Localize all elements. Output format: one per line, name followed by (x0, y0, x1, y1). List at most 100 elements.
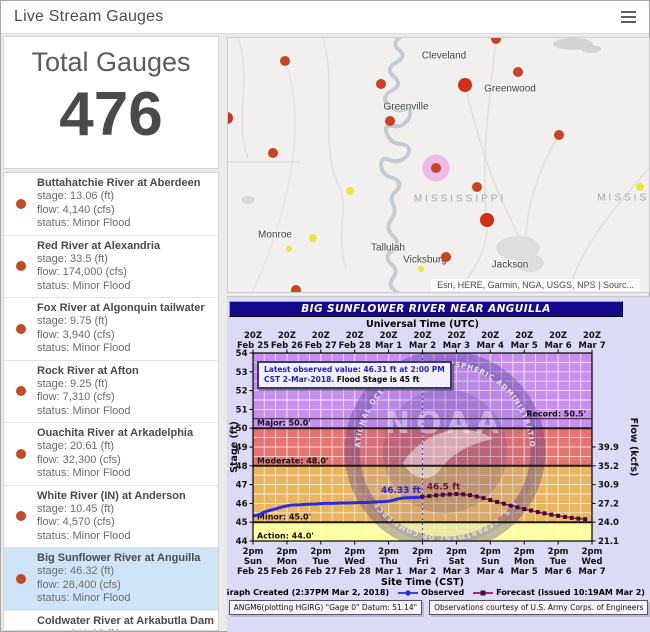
svg-text:2pm: 2pm (548, 547, 569, 557)
svg-text:53: 53 (236, 368, 248, 378)
map-gauge-marker[interactable] (431, 163, 441, 173)
gauge-list-item[interactable]: Ouachita River at Arkadelphiastage: 20.6… (4, 423, 218, 486)
svg-text:2pm: 2pm (514, 547, 535, 557)
legend-observed: Observed (398, 588, 464, 597)
gauge-flow: flow: 4,140 (cfs) (37, 204, 214, 218)
svg-text:21.1: 21.1 (598, 537, 619, 547)
legend-forecast: Forecast (issued 10:19AM Mar 2) (473, 588, 645, 597)
gauge-stage: stage: 10.45 (ft) (37, 503, 214, 517)
map-gauge-marker[interactable] (291, 285, 301, 293)
svg-text:Wed: Wed (344, 557, 365, 567)
map-panel[interactable]: ClevelandGreenwoodGreenvilleMonroeTallul… (227, 37, 650, 293)
svg-text:Wed: Wed (582, 557, 603, 567)
svg-text:20Z: 20Z (583, 331, 601, 341)
gauge-status: status: Minor Flood (37, 592, 214, 606)
svg-text:Feb 25: Feb 25 (237, 567, 269, 577)
gauge-stage: stage: 9.75 (ft) (37, 315, 214, 329)
map-gauge-marker[interactable] (441, 252, 451, 262)
status-dot-icon (4, 261, 37, 271)
gauge-stage: stage: 46.32 (ft) (37, 565, 214, 579)
gauge-list-item[interactable]: White River (IN) at Andersonstage: 10.45… (4, 486, 218, 549)
svg-text:46.5 ft: 46.5 ft (427, 482, 461, 492)
total-gauges-value: 476 (4, 82, 218, 148)
svg-text:Tue: Tue (312, 557, 329, 567)
svg-text:2pm: 2pm (378, 547, 399, 557)
map-gauge-marker[interactable] (513, 67, 523, 77)
svg-text:24.0: 24.0 (598, 518, 619, 528)
status-dot-icon (4, 386, 37, 396)
status-dot-icon (4, 324, 37, 334)
svg-text:Mar 3: Mar 3 (443, 567, 470, 577)
map-attribution: Esri, HERE, Garmin, NGA, USGS, NPS | Sou… (431, 279, 640, 291)
svg-text:2pm: 2pm (412, 547, 433, 557)
map-city-label: Cleveland (422, 51, 466, 62)
map-gauge-marker[interactable] (472, 182, 482, 192)
svg-text:52: 52 (236, 387, 248, 397)
app-header: Live Stream Gauges (1, 1, 649, 34)
svg-text:Mar 5: Mar 5 (511, 567, 538, 577)
map-gauge-marker[interactable] (418, 266, 424, 272)
svg-text:Action: 44.0': Action: 44.0' (257, 532, 314, 541)
gauge-list-item[interactable]: Fox River at Algonquin tailwaterstage: 9… (4, 298, 218, 361)
gauge-name: Coldwater River at Arkabutla Dam (37, 615, 214, 628)
gauge-status: status: Minor Flood (37, 342, 214, 356)
svg-text:Mar 6: Mar 6 (544, 567, 571, 577)
gauge-stage: stage: 13.06 (ft) (37, 190, 214, 204)
gauge-flow: flow: 3,940 (cfs) (37, 329, 214, 343)
svg-text:46.33 ft: 46.33 ft (381, 486, 422, 496)
map-gauge-marker[interactable] (636, 183, 644, 191)
map-gauge-marker[interactable] (554, 130, 564, 140)
svg-text:39.9: 39.9 (598, 443, 619, 453)
gauge-flow: flow: 7,310 (cfs) (37, 391, 214, 405)
gauge-list-item[interactable]: Coldwater River at Arkabutla Damstage: 2… (4, 611, 218, 632)
svg-text:Flow (kcfs): Flow (kcfs) (628, 418, 639, 477)
svg-text:44: 44 (236, 537, 248, 547)
hamburger-menu-icon[interactable] (615, 7, 641, 27)
map-gauge-marker[interactable] (376, 79, 386, 89)
svg-text:Mar 7: Mar 7 (578, 567, 605, 577)
svg-text:Major: 50.0': Major: 50.0' (257, 419, 311, 428)
map-city-label: Greenwood (484, 84, 536, 95)
total-gauges-label: Total Gauges (4, 47, 218, 78)
svg-text:Thu: Thu (380, 557, 398, 567)
map-gauge-marker[interactable] (268, 148, 278, 158)
gauge-flow: flow: 32,300 (cfs) (37, 454, 214, 468)
gauge-list-item[interactable]: Buttahatchie River at Aberdeenstage: 13.… (4, 173, 218, 236)
svg-text:Fri: Fri (416, 557, 428, 567)
map-gauge-marker[interactable] (458, 78, 472, 92)
svg-text:30.9: 30.9 (598, 481, 619, 491)
gauge-status: status: Minor Flood (37, 217, 214, 231)
svg-text:Mar 4: Mar 4 (477, 567, 504, 577)
gauge-list-item[interactable]: Rock River at Aftonstage: 9.25 (ft)flow:… (4, 361, 218, 424)
observations-credit-note: Observations courtesy of U.S. Army Corps… (429, 600, 648, 615)
map-state-label: MISSISS (597, 193, 650, 204)
svg-text:20Z: 20Z (278, 331, 296, 341)
bottom-axis-title: Site Time (CST) (253, 577, 592, 588)
map-gauge-marker[interactable] (280, 56, 290, 66)
gauge-list-item[interactable]: Big Sunflower River at Anguillastage: 46… (4, 548, 218, 611)
svg-text:Moderate: 48.0': Moderate: 48.0' (257, 456, 328, 465)
svg-text:2pm: 2pm (446, 547, 467, 557)
svg-text:2pm: 2pm (480, 547, 501, 557)
svg-text:47: 47 (236, 481, 248, 491)
map-city-label: Monroe (258, 230, 292, 241)
map-city-label: Jackson (492, 260, 529, 271)
gauge-list-item[interactable]: Red River at Alexandriastage: 33.5 (ft)f… (4, 236, 218, 299)
hydrograph-panel: BIG SUNFLOWER RIVER NEAR ANGUILLA Univer… (227, 296, 650, 632)
svg-text:20Z: 20Z (346, 331, 364, 341)
live-stream-gauges-app: Live Stream Gauges Total Gauges 476 Butt… (0, 0, 650, 632)
total-gauges-card: Total Gauges 476 (3, 36, 219, 169)
gauge-status: status: Minor Flood (37, 280, 214, 294)
map-gauge-marker[interactable] (346, 187, 354, 195)
chart-legend: Graph Created (2:37PM Mar 2, 2018) Obser… (253, 588, 592, 597)
gauge-name: Ouachita River at Arkadelphia (37, 427, 214, 440)
gauge-name: Rock River at Afton (37, 365, 214, 378)
svg-text:Feb 26: Feb 26 (271, 567, 303, 577)
map-gauge-marker[interactable] (286, 246, 292, 252)
map-gauge-marker[interactable] (385, 116, 395, 126)
map-gauge-marker[interactable] (480, 213, 494, 227)
map-gauge-marker[interactable] (309, 234, 317, 242)
svg-text:Mar 2: Mar 2 (409, 567, 436, 577)
gauge-list[interactable]: Buttahatchie River at Aberdeenstage: 13.… (3, 172, 219, 631)
gage-datum-note: ANGM6(plotting HGIRG) "Gage 0" Datum: 51… (229, 600, 422, 615)
